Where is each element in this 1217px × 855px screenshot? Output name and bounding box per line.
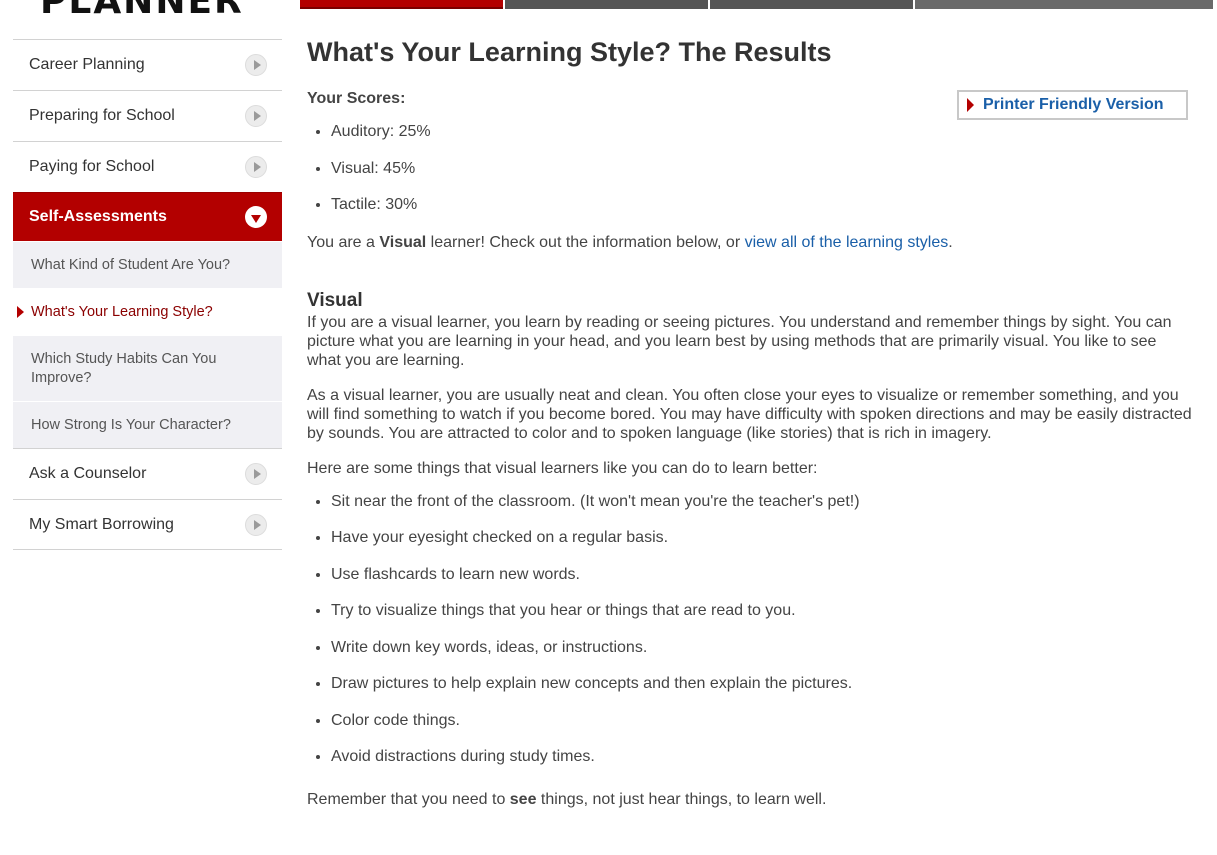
tip-item: Have your eyesight checked on a regular … (331, 528, 1192, 565)
tip-item: Write down key words, ideas, or instruct… (331, 638, 1192, 675)
tip-item: Sit near the front of the classroom. (It… (331, 492, 1192, 529)
closing-prefix: Remember that you need to (307, 790, 510, 808)
tip-item: Use flashcards to learn new words. (331, 565, 1192, 602)
closing-note: Remember that you need to see things, no… (307, 790, 1192, 809)
tips-list: Sit near the front of the classroom. (It… (307, 492, 1192, 784)
sidebar-nav: Career Planning Preparing for School Pay… (13, 39, 282, 550)
description-paragraph: As a visual learner, you are usually nea… (307, 386, 1192, 442)
triangle-right-icon (967, 98, 974, 112)
sidebar-item-label: My Smart Borrowing (29, 515, 174, 533)
score-item: Tactile: 30% (331, 195, 1192, 232)
tips-intro: Here are some things that visual learner… (307, 459, 818, 477)
sidebar-item-career-planning[interactable]: Career Planning (13, 39, 282, 90)
sidebar-item-preparing-for-school[interactable]: Preparing for School (13, 90, 282, 141)
sidebar-item-label: Preparing for School (29, 107, 175, 124)
subnav-item-learning-style[interactable]: What's Your Learning Style? (13, 288, 282, 335)
chevron-down-icon[interactable] (245, 206, 267, 228)
tip-item: Avoid distractions during study times. (331, 747, 1192, 784)
score-item: Visual: 45% (331, 159, 1192, 196)
page-title: What's Your Learning Style? The Results (307, 37, 832, 67)
chevron-right-icon[interactable] (245, 463, 267, 485)
sidebar-item-label: Paying for School (29, 158, 155, 175)
result-style: Visual (379, 233, 427, 251)
chevron-right-icon[interactable] (245, 54, 267, 76)
logo-text: PLANNER (40, 0, 244, 22)
subnav-item-label: Which Study Habits Can You Improve? (31, 350, 217, 386)
chevron-right-icon[interactable] (245, 513, 267, 536)
site-logo[interactable]: PLANNER® (40, 0, 260, 20)
description-paragraph: If you are a visual learner, you learn b… (307, 313, 1172, 369)
scores-list: Auditory: 25% Visual: 45% Tactile: 30% (307, 122, 1192, 232)
sidebar-item-label: Ask a Counselor (29, 465, 147, 482)
sidebar-item-label: Career Planning (29, 56, 145, 73)
section-title: Visual (307, 289, 363, 311)
sidebar-item-ask-a-counselor[interactable]: Ask a Counselor (13, 448, 282, 499)
chevron-right-icon[interactable] (245, 156, 267, 178)
sidebar-item-paying-for-school[interactable]: Paying for School (13, 141, 282, 192)
result-suffix: . (948, 233, 953, 251)
tip-item: Color code things. (331, 711, 1192, 748)
tip-item: Try to visualize things that you hear or… (331, 601, 1192, 638)
top-tab-1[interactable] (300, 0, 503, 9)
top-tab-3[interactable] (710, 0, 913, 9)
subnav-item-character[interactable]: How Strong Is Your Character? (13, 401, 282, 448)
registered-mark: ® (244, 0, 260, 4)
top-tab-2[interactable] (505, 0, 708, 9)
sidebar-item-label: Self-Assessments (29, 208, 167, 225)
subnav-item-label: How Strong Is Your Character? (31, 416, 231, 433)
subnav-item-label: What Kind of Student Are You? (31, 256, 231, 273)
printer-friendly-button[interactable]: Printer Friendly Version (957, 90, 1188, 120)
current-page-pointer-icon (17, 306, 24, 318)
result-middle: learner! Check out the information below… (426, 233, 745, 251)
sidebar-item-self-assessments[interactable]: Self-Assessments (13, 192, 282, 241)
chevron-right-icon[interactable] (245, 105, 267, 127)
tip-item: Draw pictures to help explain new concep… (331, 674, 1192, 711)
subnav-item-label: What's Your Learning Style? (31, 303, 213, 320)
result-prefix: You are a (307, 233, 380, 251)
main-content: What's Your Learning Style? The Results … (307, 34, 1192, 809)
closing-suffix: things, not just hear things, to learn w… (536, 790, 827, 808)
closing-bold: see (509, 790, 537, 808)
top-tab-4[interactable] (915, 0, 1213, 9)
score-item: Auditory: 25% (331, 122, 1192, 159)
printer-friendly-label: Printer Friendly Version (983, 96, 1164, 113)
top-nav-tabs (300, 0, 1213, 9)
subnav-item-study-habits[interactable]: Which Study Habits Can You Improve? (13, 335, 282, 401)
sidebar-item-my-smart-borrowing[interactable]: My Smart Borrowing (13, 499, 282, 550)
subnav-item-student-type[interactable]: What Kind of Student Are You? (13, 241, 282, 288)
result-summary: You are a Visual learner! Check out the … (307, 233, 1192, 252)
view-all-styles-link[interactable]: view all of the learning styles (745, 234, 949, 251)
